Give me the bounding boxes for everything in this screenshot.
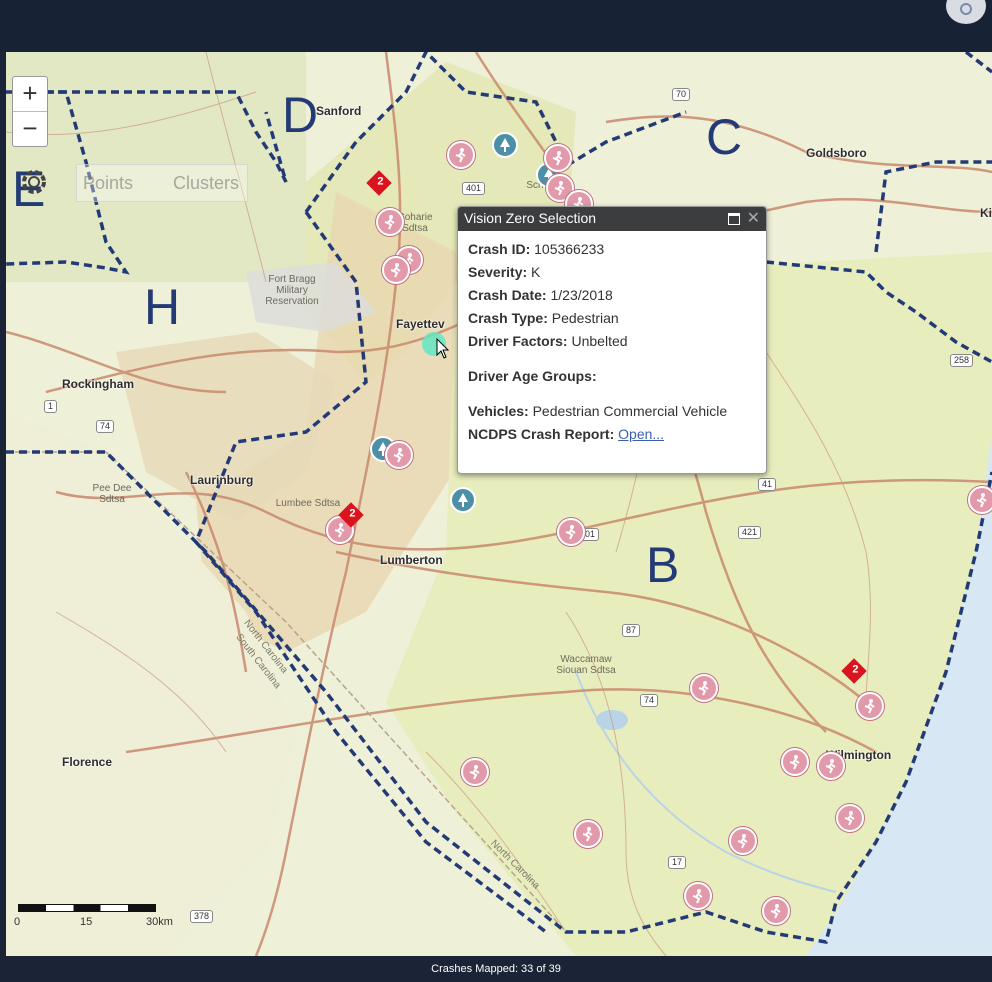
zoom-control: + − [12, 76, 48, 147]
route-shield: 74 [640, 694, 659, 707]
scale-label: 15 [80, 916, 93, 928]
crash-marker[interactable] [382, 256, 410, 284]
driver-age-label: Driver Age Groups: [468, 368, 597, 384]
park-icon[interactable] [492, 132, 518, 158]
camera-icon[interactable] [946, 0, 986, 24]
route-shield: 17 [668, 856, 687, 869]
crash-marker[interactable] [729, 827, 757, 855]
scale-bar: 0 15 30km [14, 904, 173, 928]
crash-marker[interactable] [461, 758, 489, 786]
crash-marker[interactable] [557, 518, 585, 546]
region-label-c: C [706, 109, 743, 165]
status-bar: Crashes Mapped: 33 of 39 [0, 956, 992, 976]
crash-date-label: Crash Date: [468, 287, 547, 303]
route-shield: 258 [950, 354, 974, 367]
route-shield: 378 [190, 910, 214, 923]
popup-header: Vision Zero Selection ✕ [458, 207, 766, 231]
driver-factors-label: Driver Factors: [468, 333, 568, 349]
crash-date-value: 1/23/2018 [550, 287, 613, 303]
crash-marker[interactable] [781, 748, 809, 776]
crash-marker[interactable] [544, 144, 572, 172]
report-link[interactable]: Open... [618, 426, 664, 442]
gear-icon[interactable] [14, 164, 54, 209]
crash-marker[interactable] [376, 208, 404, 236]
route-shield: 87 [622, 624, 641, 637]
feature-label-fort-bragg: Fort Bragg Military Reservation [265, 274, 319, 307]
city-label-florence: Florence [62, 755, 113, 769]
popup-body: Crash ID: 105366233 Severity: K Crash Da… [458, 231, 766, 459]
crash-marker[interactable] [836, 804, 864, 832]
report-label: NCDPS Crash Report: [468, 426, 615, 442]
route-shield: 74 [96, 420, 115, 433]
display-mode-toggle: Points Clusters [76, 164, 248, 202]
city-label-ki: Ki [980, 206, 992, 220]
city-label-fayetteville: Fayettev [396, 317, 445, 331]
crash-marker[interactable] [856, 692, 884, 720]
crash-id-value: 105366233 [534, 241, 605, 257]
crash-marker[interactable] [762, 897, 790, 925]
feature-label-waccamaw: Waccamaw Siouan Sdtsa [556, 654, 616, 676]
clusters-option[interactable]: Clusters [173, 173, 239, 194]
zoom-out-button[interactable]: − [13, 112, 47, 146]
city-label-lumberton: Lumberton [380, 553, 443, 567]
crash-marker[interactable] [385, 441, 413, 469]
region-label-h: H [144, 279, 181, 335]
region-label-b: B [646, 537, 680, 593]
crash-marker[interactable] [574, 820, 602, 848]
route-shield: 41 [758, 478, 777, 491]
route-shield: 70 [672, 88, 691, 101]
feature-label-lumbee: Lumbee Sdtsa [275, 498, 341, 509]
maximize-icon[interactable] [728, 213, 740, 225]
crash-type-value: Pedestrian [551, 310, 619, 326]
points-option[interactable]: Points [83, 173, 133, 194]
severity-value: K [531, 264, 541, 280]
route-shield: 421 [738, 526, 762, 539]
scale-label: 0 [14, 916, 21, 928]
city-label-laurinburg: Laurinburg [190, 473, 254, 487]
close-icon[interactable]: ✕ [747, 207, 760, 230]
popup-title: Vision Zero Selection [464, 210, 597, 226]
vehicles-label: Vehicles: [468, 403, 529, 419]
route-shield: 1 [44, 400, 58, 413]
cursor-icon [436, 338, 450, 359]
vehicles-value: Pedestrian Commercial Vehicle [532, 403, 728, 419]
region-label-d: D [282, 87, 319, 143]
park-icon[interactable] [450, 487, 476, 513]
crash-marker[interactable] [817, 752, 845, 780]
crash-id-label: Crash ID: [468, 241, 531, 257]
driver-factors-value: Unbelted [571, 333, 628, 349]
scale-label: 30km [146, 916, 173, 928]
feature-label-pee-dee: Pee Dee Sdtsa [92, 483, 132, 505]
severity-label: Severity: [468, 264, 528, 280]
top-bar [0, 0, 992, 52]
crash-type-label: Crash Type: [468, 310, 548, 326]
scale-bar-graphic [18, 904, 156, 912]
crash-marker[interactable] [684, 882, 712, 910]
crash-marker[interactable] [447, 141, 475, 169]
city-label-rockingham: Rockingham [62, 377, 135, 391]
crash-marker[interactable] [690, 674, 718, 702]
zoom-in-button[interactable]: + [13, 77, 47, 111]
route-shield: 401 [462, 182, 486, 195]
map-view[interactable]: D C H B E Sanford Goldsboro Ki Fayettev … [6, 52, 992, 956]
crash-popup: Vision Zero Selection ✕ Crash ID: 105366… [457, 206, 767, 474]
city-label-goldsboro: Goldsboro [806, 146, 867, 160]
city-label-sanford: Sanford [316, 104, 362, 118]
crash-marker[interactable] [968, 486, 992, 514]
